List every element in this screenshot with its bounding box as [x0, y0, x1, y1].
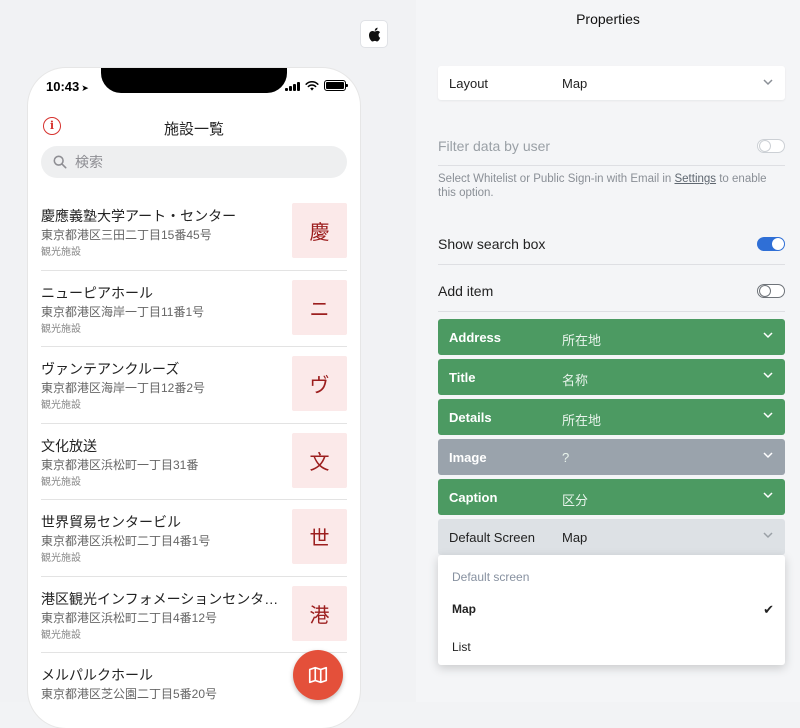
status-time-text: 10:43 — [46, 79, 80, 94]
field-address[interactable]: Address 所在地 — [438, 319, 785, 355]
map-view-button[interactable] — [293, 650, 343, 700]
chevron-down-icon — [763, 532, 773, 539]
default-screen-label: Default Screen — [449, 530, 535, 545]
item-name: 文化放送 — [41, 437, 97, 454]
apple-icon — [368, 27, 380, 42]
default-screen-select[interactable]: Default Screen Map — [438, 519, 785, 555]
item-name: ヴァンテアンクルーズ — [41, 361, 180, 377]
item-category: 観光施設 — [41, 476, 81, 488]
status-icons — [285, 80, 348, 91]
item-name: ニューピアホール — [41, 284, 153, 301]
item-thumbnail: 港 — [292, 585, 347, 641]
field-value: 区分 — [562, 493, 589, 508]
field-value: 所在地 — [562, 413, 602, 428]
field-label: Address — [449, 330, 502, 345]
item-name: 世界貿易センタービル — [41, 514, 181, 530]
item-address: 東京都港区浜松町二丁目4番1号 — [41, 534, 211, 548]
list-item[interactable]: 港区観光インフォメーションセンタ… 東京都港区浜松町二丁目4番12号 観光施設 … — [41, 577, 347, 653]
menu-header: Default screen — [452, 570, 530, 584]
show-search-toggle[interactable] — [757, 237, 785, 251]
settings-link[interactable]: Settings — [674, 173, 716, 185]
item-thumbnail: 世 — [292, 509, 347, 564]
menu-option-list[interactable]: List — [452, 640, 471, 654]
list-item[interactable]: ニューピアホール 東京都港区海岸一丁目11番1号 観光施設 ニ — [41, 271, 347, 347]
add-item-toggle[interactable] — [757, 284, 785, 298]
filter-desc-text: Select Whitelist or Public Sign-in with … — [438, 173, 675, 185]
field-value: 所在地 — [562, 333, 602, 348]
chevron-down-icon — [763, 372, 773, 379]
show-search-row: Show search box — [438, 226, 785, 265]
phone-preview: 10:43➤ i 施設一覧 慶應義塾大学アート・センター — [28, 68, 360, 728]
menu-option-map[interactable]: Map — [452, 602, 476, 616]
field-label: Caption — [449, 490, 498, 505]
filter-by-user-row: Filter data by user — [438, 131, 785, 166]
chevron-down-icon — [763, 452, 773, 459]
filter-description: Select Whitelist or Public Sign-in with … — [438, 173, 783, 200]
item-address: 東京都港区海岸一丁目12番2号 — [41, 381, 206, 395]
wifi-icon — [305, 80, 319, 91]
item-thumbnail: 慶 — [292, 203, 347, 258]
list-item[interactable]: 慶應義塾大学アート・センター 東京都港区三田二丁目15番45号 観光施設 慶 — [41, 194, 347, 271]
search-box[interactable] — [41, 146, 347, 178]
item-address: 東京都港区芝公園二丁目5番20号 — [41, 687, 218, 701]
field-value: 名称 — [562, 373, 589, 388]
item-thumbnail: ヴ — [292, 356, 347, 411]
layout-label: Layout — [449, 76, 489, 91]
status-time: 10:43 ➤ — [46, 79, 89, 94]
panel-title: Properties — [576, 11, 640, 27]
item-address: 東京都港区浜松町一丁目31番 — [41, 457, 199, 472]
item-name: 港区観光インフォメーションセンタ… — [41, 590, 279, 607]
item-thumbnail: ニ — [292, 279, 347, 335]
list-item[interactable]: 文化放送 東京都港区浜松町一丁目31番 観光施設 文 — [41, 424, 347, 500]
item-category: 観光施設 — [41, 553, 81, 564]
phone-notch — [101, 68, 287, 93]
list-item[interactable]: ヴァンテアンクルーズ 東京都港区海岸一丁目12番2号 観光施設 ヴ — [41, 347, 347, 424]
default-screen-menu: Default screen Map ✔ List — [438, 555, 785, 665]
field-title[interactable]: Title 名称 — [438, 359, 785, 395]
field-caption[interactable]: Caption 区分 — [438, 479, 785, 515]
apple-os-toggle[interactable] — [360, 20, 388, 48]
app-title: 施設一覧 — [163, 121, 224, 138]
item-category: 観光施設 — [41, 629, 81, 641]
map-icon — [308, 666, 328, 684]
chevron-down-icon — [763, 79, 773, 86]
location-arrow-icon: ➤ — [81, 83, 89, 93]
checkmark-icon: ✔ — [763, 602, 774, 617]
item-thumbnail: 文 — [292, 432, 347, 488]
preview-pane: 10:43➤ i 施設一覧 慶應義塾大学アート・センター — [0, 0, 416, 728]
layout-value: Map — [562, 76, 588, 91]
layout-select[interactable]: Layout Map — [438, 66, 785, 100]
item-address: 東京都港区海岸一丁目11番1号 — [41, 304, 205, 319]
item-name: 慶應義塾大学アート・センター — [41, 208, 237, 224]
chevron-down-icon — [763, 412, 773, 419]
facility-list: 慶應義塾大学アート・センター 東京都港区三田二丁目15番45号 観光施設 慶 ニ… — [41, 194, 347, 728]
item-address: 東京都港区三田二丁目15番45号 — [41, 228, 212, 242]
field-label: Image — [449, 450, 487, 465]
item-category: 観光施設 — [41, 400, 81, 411]
chevron-down-icon — [763, 492, 773, 499]
filter-by-user-label: Filter data by user — [438, 138, 551, 154]
search-input[interactable] — [73, 153, 327, 171]
list-item[interactable]: 世界貿易センタービル 東京都港区浜松町二丁目4番1号 観光施設 世 — [41, 500, 347, 577]
search-icon — [53, 155, 67, 169]
item-category: 観光施設 — [41, 247, 81, 258]
properties-panel: Properties Layout Map Filter data by use… — [416, 0, 800, 702]
field-image[interactable]: Image ? — [438, 439, 785, 475]
item-name: メルパルクホール — [41, 667, 153, 683]
chevron-down-icon — [763, 332, 773, 339]
add-item-row: Add item — [438, 273, 785, 312]
battery-icon — [324, 80, 348, 91]
default-screen-value: Map — [562, 530, 588, 545]
filter-by-user-toggle[interactable] — [757, 139, 785, 153]
field-label: Details — [449, 410, 492, 425]
field-label: Title — [449, 370, 476, 385]
cellular-signal-icon — [285, 81, 300, 91]
item-address: 東京都港区浜松町二丁目4番12号 — [41, 610, 218, 625]
item-category: 観光施設 — [41, 323, 81, 335]
add-item-label: Add item — [438, 283, 494, 299]
field-details[interactable]: Details 所在地 — [438, 399, 785, 435]
show-search-label: Show search box — [438, 236, 546, 252]
field-value: ? — [562, 450, 570, 465]
